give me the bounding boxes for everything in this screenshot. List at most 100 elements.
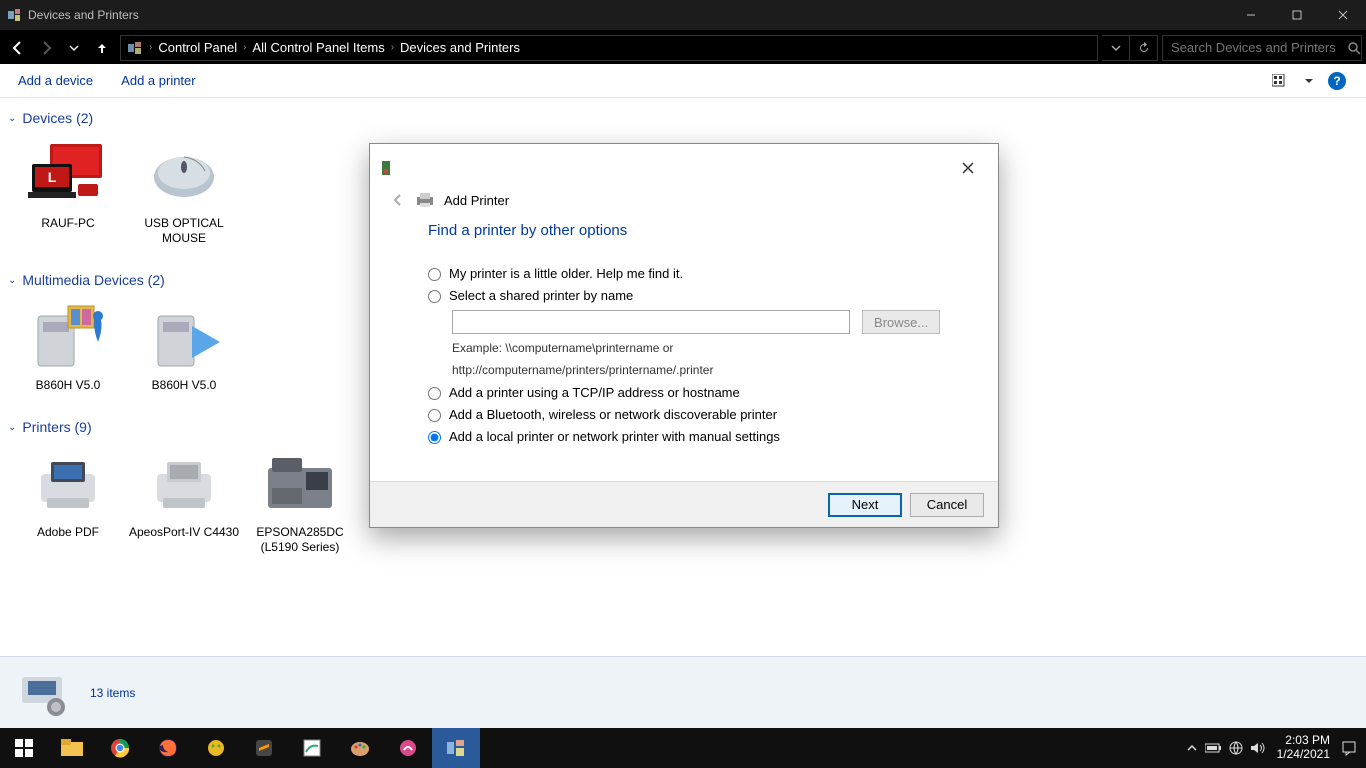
shared-printer-subgroup: Browse... Example: \\computername\printe… — [452, 310, 940, 378]
media-label: B860H V5.0 — [128, 378, 240, 393]
address-right-controls — [1102, 35, 1158, 61]
svg-text:L: L — [48, 169, 57, 185]
radio-shared[interactable] — [428, 290, 441, 303]
browse-button[interactable]: Browse... — [862, 310, 940, 334]
add-device-link[interactable]: Add a device — [18, 73, 93, 88]
dialog-close-button[interactable] — [948, 153, 988, 183]
tray-volume-icon[interactable] — [1247, 728, 1269, 768]
media-play-icon — [144, 302, 224, 372]
media-item[interactable]: B860H V5.0 — [128, 302, 240, 393]
device-label: USB OPTICAL MOUSE — [128, 216, 240, 246]
printer-icon — [28, 449, 108, 519]
multifunction-printer-icon — [260, 449, 340, 519]
content-area: ⌄ Devices (2) L RAUF-PC USB OPTICAL MOUS… — [0, 98, 1366, 656]
add-printer-link[interactable]: Add a printer — [121, 73, 195, 88]
printer-small-icon — [416, 192, 434, 208]
next-button[interactable]: Next — [828, 493, 902, 517]
tray-chevron-up[interactable] — [1181, 728, 1203, 768]
taskbar-firefox[interactable] — [144, 728, 192, 768]
device-label: RAUF-PC — [12, 216, 124, 231]
taskbar-explorer[interactable] — [48, 728, 96, 768]
taskbar-clock[interactable]: 2:03 PM 1/24/2021 — [1269, 734, 1338, 762]
help-button[interactable]: ? — [1326, 70, 1348, 92]
option-shared-printer[interactable]: Select a shared printer by name — [428, 288, 940, 303]
start-button[interactable] — [0, 728, 48, 768]
view-options-button[interactable] — [1270, 70, 1292, 92]
breadcrumb[interactable]: › Control Panel › All Control Panel Item… — [120, 35, 1098, 61]
taskbar-sublime[interactable] — [240, 728, 288, 768]
address-dropdown-button[interactable] — [1102, 35, 1130, 61]
titlebar: Devices and Printers — [0, 0, 1366, 30]
dialog-body: My printer is a little older. Help me fi… — [370, 266, 998, 481]
printer-label: Adobe PDF — [12, 525, 124, 540]
nav-recent-button[interactable] — [60, 33, 88, 63]
option-older-printer[interactable]: My printer is a little older. Help me fi… — [428, 266, 940, 281]
tray-network-icon[interactable] — [1225, 728, 1247, 768]
titlebar-icon — [0, 8, 28, 22]
search-input[interactable] — [1171, 40, 1347, 55]
taskbar-date: 1/24/2021 — [1277, 748, 1330, 762]
nav-up-button[interactable] — [88, 33, 116, 63]
close-button[interactable] — [1320, 0, 1366, 30]
help-icon: ? — [1328, 72, 1346, 90]
window-title: Devices and Printers — [28, 8, 139, 22]
breadcrumb-item[interactable]: Devices and Printers — [400, 40, 520, 55]
taskbar-paint[interactable] — [336, 728, 384, 768]
breadcrumb-item[interactable]: Control Panel — [158, 40, 237, 55]
dialog-header: Add Printer — [370, 192, 998, 212]
cancel-button[interactable]: Cancel — [910, 493, 984, 517]
printer-item[interactable]: Adobe PDF — [12, 449, 124, 555]
dialog-footer: Next Cancel — [370, 481, 998, 527]
nav-forward-button[interactable] — [32, 33, 60, 63]
maximize-button[interactable] — [1274, 0, 1320, 30]
radio-bluetooth[interactable] — [428, 409, 441, 422]
tray-battery-icon[interactable] — [1203, 728, 1225, 768]
tray-notifications-icon[interactable] — [1338, 728, 1360, 768]
shared-printer-path-input[interactable] — [452, 310, 850, 334]
radio-older[interactable] — [428, 268, 441, 281]
taskbar-app-draw[interactable] — [288, 728, 336, 768]
command-bar: Add a device Add a printer ? — [0, 64, 1366, 98]
option-label: My printer is a little older. Help me fi… — [449, 266, 683, 281]
device-item[interactable]: L RAUF-PC — [12, 140, 124, 246]
add-printer-dialog: Add Printer Find a printer by other opti… — [369, 143, 999, 528]
dialog-back-button[interactable] — [390, 192, 406, 208]
minimize-button[interactable] — [1228, 0, 1274, 30]
section-devices-header[interactable]: ⌄ Devices (2) — [0, 98, 1366, 132]
radio-tcpip[interactable] — [428, 387, 441, 400]
taskbar-control-panel[interactable] — [432, 728, 480, 768]
mouse-icon — [144, 140, 224, 210]
option-tcpip-printer[interactable]: Add a printer using a TCP/IP address or … — [428, 385, 940, 400]
radio-local[interactable] — [428, 431, 441, 444]
media-item[interactable]: B860H V5.0 — [12, 302, 124, 393]
breadcrumb-item[interactable]: All Control Panel Items — [252, 40, 384, 55]
dialog-top — [370, 144, 998, 192]
taskbar-chrome[interactable] — [96, 728, 144, 768]
system-tray: 2:03 PM 1/24/2021 — [1175, 728, 1366, 768]
chevron-right-icon: › — [391, 42, 394, 53]
option-local-printer[interactable]: Add a local printer or network printer w… — [428, 429, 940, 444]
nav-back-button[interactable] — [4, 33, 32, 63]
printer-label: EPSONA285DC (L5190 Series) — [244, 525, 356, 555]
chevron-right-icon: › — [149, 42, 152, 53]
device-item[interactable]: USB OPTICAL MOUSE — [128, 140, 240, 246]
chevron-right-icon: › — [243, 42, 246, 53]
printer-item[interactable]: ApeosPort-IV C4430 — [128, 449, 240, 555]
shared-example-line1: Example: \\computername\printername or — [452, 340, 940, 356]
address-bar: › Control Panel › All Control Panel Item… — [0, 30, 1366, 64]
dialog-header-text: Add Printer — [444, 193, 509, 208]
taskbar-time: 2:03 PM — [1277, 734, 1330, 748]
search-icon — [1347, 41, 1361, 55]
section-title: Devices (2) — [22, 110, 93, 126]
taskbar-app-pink[interactable] — [384, 728, 432, 768]
printer-label: ApeosPort-IV C4430 — [128, 525, 240, 540]
taskbar-app-yellow[interactable] — [192, 728, 240, 768]
search-box[interactable] — [1162, 35, 1362, 61]
refresh-button[interactable] — [1130, 35, 1158, 61]
media-label: B860H V5.0 — [12, 378, 124, 393]
pc-icon: L — [28, 140, 108, 210]
status-bar: 13 items — [0, 656, 1366, 728]
view-dropdown-button[interactable] — [1298, 70, 1320, 92]
option-bluetooth-printer[interactable]: Add a Bluetooth, wireless or network dis… — [428, 407, 940, 422]
printer-item[interactable]: EPSONA285DC (L5190 Series) — [244, 449, 356, 555]
